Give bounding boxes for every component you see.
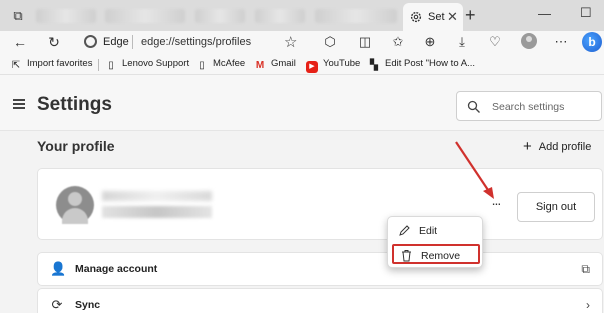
add-profile-button[interactable]: + Add profile	[523, 138, 591, 155]
favorite-label: Import favorites	[27, 58, 93, 69]
favorite-gmail[interactable]: M Gmail	[254, 58, 296, 72]
new-tab-button[interactable]: +	[465, 5, 476, 26]
sync-row[interactable]: ⟳ Sync ›	[37, 288, 603, 313]
blurred-tab[interactable]	[255, 9, 305, 23]
url-text[interactable]: edge://settings/profiles	[141, 36, 251, 48]
menu-item-label: Edit	[419, 225, 438, 237]
profile-name-redacted	[102, 191, 212, 201]
divider	[98, 59, 99, 71]
favorite-label: YouTube	[323, 58, 361, 69]
split-screen-icon[interactable]: ◫	[357, 34, 373, 50]
profile-email-redacted	[102, 206, 212, 218]
favorite-label: Edit Post "How to A...	[385, 58, 475, 69]
menu-item-remove[interactable]: Remove	[392, 244, 480, 264]
blurred-tab[interactable]	[36, 9, 96, 23]
blurred-tab[interactable]	[195, 9, 245, 23]
favorite-mcafee[interactable]: ▯ McAfee	[196, 58, 245, 72]
manage-account-row[interactable]: 👤 Manage account ⧉	[37, 252, 603, 286]
downloads-icon[interactable]: ⤓	[454, 34, 470, 50]
search-placeholder: Search settings	[492, 101, 565, 113]
more-menu-icon[interactable]: ⋯	[553, 34, 569, 50]
sign-out-button[interactable]: Sign out	[517, 192, 595, 222]
row-label: Sync	[75, 299, 101, 311]
import-icon: ⇱	[11, 60, 21, 71]
divider	[132, 35, 133, 49]
add-profile-label: Add profile	[538, 141, 592, 153]
search-icon	[467, 100, 480, 113]
favorite-lenovo[interactable]: ▯ Lenovo Support	[105, 58, 189, 72]
address-bar[interactable]: Edge edge://settings/profiles ☆	[76, 32, 306, 52]
toolbar: ← ↻ Edge edge://settings/profiles ☆ ⬡ ◫ …	[0, 31, 604, 53]
tab-strip: ⧉ Set ✕ + — ☐	[0, 0, 604, 31]
gmail-icon: M	[255, 60, 265, 71]
page-icon: ▯	[108, 60, 114, 71]
profile-card: ... Sign out	[37, 168, 603, 240]
copilot-icon[interactable]: b	[582, 32, 602, 52]
menu-icon[interactable]	[13, 99, 25, 109]
person-icon: 👤	[50, 261, 67, 276]
blurred-tab[interactable]	[105, 9, 185, 23]
favorite-label: Gmail	[271, 58, 296, 69]
workspaces-icon[interactable]: ⧉	[10, 8, 26, 24]
sync-icon: ⟳	[51, 297, 63, 312]
blurred-tab[interactable]	[315, 9, 397, 23]
profile-page: Your profile + Add profile ... Sign out 👤…	[0, 131, 604, 313]
profile-avatar-icon[interactable]	[521, 33, 537, 49]
tab-settings[interactable]: Set ✕	[403, 3, 463, 31]
external-link-icon: ⧉	[581, 262, 590, 276]
trash-icon	[402, 250, 411, 262]
section-title: Your profile	[37, 138, 115, 154]
back-icon[interactable]: ←	[12, 34, 28, 50]
wordpress-icon: ▚	[370, 60, 378, 71]
favorites-icon[interactable]: ✩	[390, 34, 406, 50]
site-label: Edge	[103, 36, 129, 48]
page-title: Settings	[37, 94, 112, 115]
settings-header: Settings Search settings	[0, 76, 604, 131]
close-tab-icon[interactable]: ✕	[447, 9, 458, 25]
favorite-edit-post[interactable]: ▚ Edit Post "How to A...	[368, 58, 475, 72]
edge-logo-icon	[84, 35, 97, 48]
pencil-icon	[399, 225, 410, 236]
search-input[interactable]: Search settings	[456, 91, 602, 121]
refresh-icon[interactable]: ↻	[46, 34, 62, 50]
avatar	[56, 186, 94, 224]
chevron-right-icon: ›	[586, 298, 590, 312]
menu-item-label: Remove	[421, 250, 461, 262]
favorite-import[interactable]: ⇱ Import favorites	[10, 58, 93, 72]
page-icon: ▯	[199, 60, 205, 71]
plus-icon: +	[523, 138, 532, 155]
tab-label: Set	[428, 11, 445, 23]
menu-item-edit[interactable]: Edit	[392, 221, 480, 241]
profile-context-menu: Edit Remove	[387, 216, 483, 268]
performance-icon[interactable]: ♡	[487, 34, 503, 50]
minimize-icon[interactable]: —	[538, 6, 551, 21]
favorite-youtube[interactable]: ▶ YouTube	[306, 58, 361, 73]
collections-icon[interactable]: ⊕	[422, 34, 438, 50]
favorite-label: Lenovo Support	[122, 58, 190, 69]
favorite-star-icon[interactable]: ☆	[284, 33, 297, 51]
favorite-label: McAfee	[213, 58, 246, 69]
row-label: Manage account	[75, 263, 158, 275]
youtube-icon: ▶	[306, 61, 318, 73]
favorites-bar: ⇱ Import favorites ▯ Lenovo Support ▯ McAfe…	[0, 55, 604, 75]
gear-icon	[410, 11, 422, 23]
maximize-icon[interactable]: ☐	[580, 5, 592, 21]
extensions-icon[interactable]: ⬡	[322, 34, 338, 50]
more-options-button[interactable]: ...	[487, 193, 505, 210]
